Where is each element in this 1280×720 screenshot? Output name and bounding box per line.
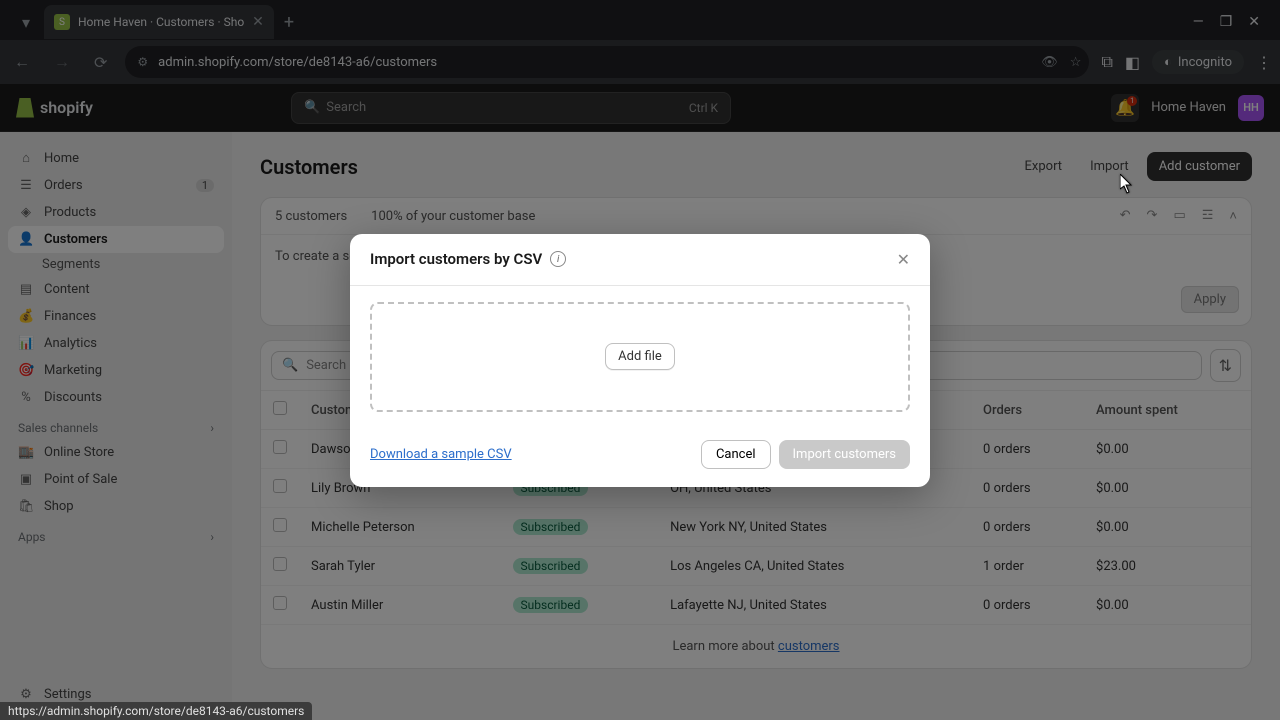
modal-title: Import customers by CSV [370, 250, 542, 268]
modal-body: Add file [350, 286, 930, 428]
import-customers-button[interactable]: Import customers [779, 440, 910, 469]
modal-overlay[interactable]: Import customers by CSV i ✕ Add file Dow… [0, 0, 1280, 720]
modal-footer: Download a sample CSV Cancel Import cust… [350, 428, 930, 487]
modal-close-button[interactable]: ✕ [897, 250, 910, 269]
download-sample-link[interactable]: Download a sample CSV [370, 447, 512, 462]
cancel-button[interactable]: Cancel [701, 440, 771, 469]
import-csv-modal: Import customers by CSV i ✕ Add file Dow… [350, 234, 930, 487]
status-bar: https://admin.shopify.com/store/de8143-a… [0, 702, 312, 720]
info-icon[interactable]: i [550, 251, 566, 267]
status-url: https://admin.shopify.com/store/de8143-a… [8, 704, 304, 718]
modal-header: Import customers by CSV i ✕ [350, 234, 930, 286]
file-dropzone[interactable]: Add file [370, 302, 910, 412]
add-file-button[interactable]: Add file [605, 343, 675, 370]
